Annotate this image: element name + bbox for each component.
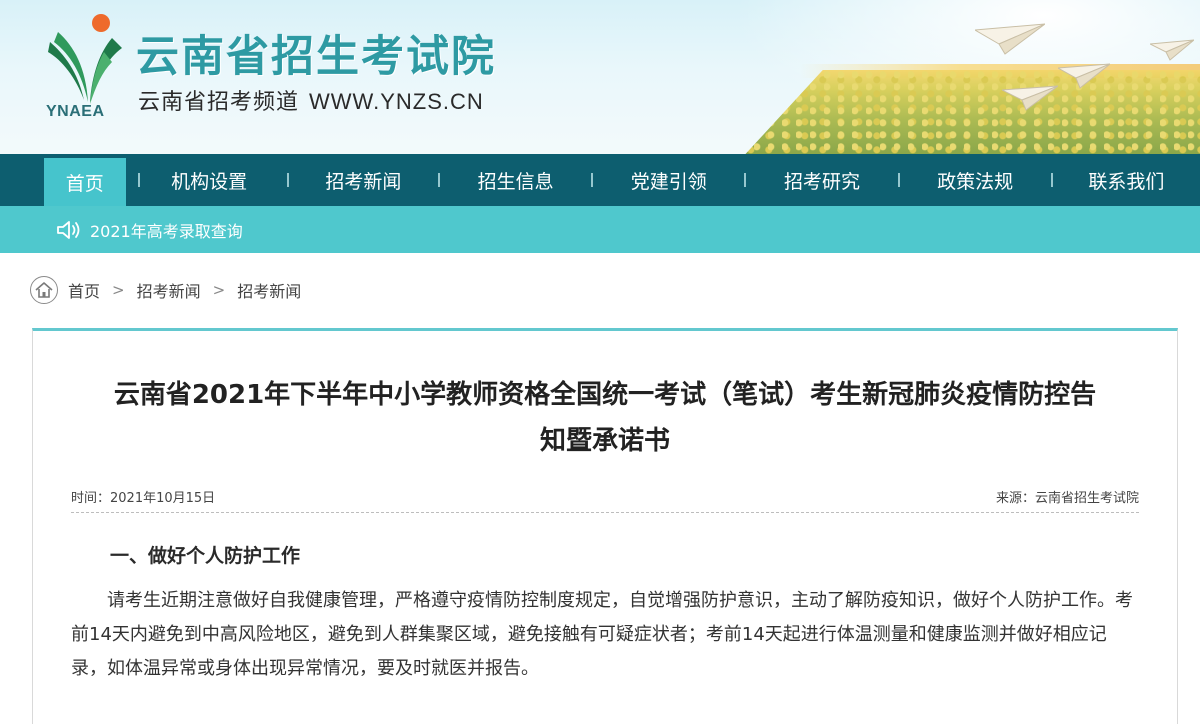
nav-item-exam-news[interactable]: 招考新闻 bbox=[289, 154, 438, 206]
speaker-icon bbox=[57, 220, 80, 239]
section-heading: 一、做好个人防护工作 bbox=[110, 545, 301, 567]
nav-divider bbox=[1050, 173, 1053, 187]
paper-plane-icon bbox=[975, 23, 1045, 55]
site-url: WWW.YNZS.CN bbox=[309, 89, 484, 114]
notice-link[interactable]: 2021年高考录取查询 bbox=[90, 218, 243, 242]
nav-divider bbox=[438, 173, 440, 187]
nav-divider bbox=[744, 173, 747, 187]
breadcrumb-exam-news[interactable]: 招考新闻 bbox=[137, 278, 201, 302]
article-meta: 时间：2021年10月15日 来源：云南省招生考试院 bbox=[71, 487, 1139, 513]
breadcrumb-separator: > bbox=[212, 281, 226, 299]
nav-item-policies[interactable]: 政策法规 bbox=[900, 154, 1051, 206]
nav-divider bbox=[137, 173, 140, 187]
nav-item-contact[interactable]: 联系我们 bbox=[1053, 154, 1200, 206]
home-icon[interactable] bbox=[30, 276, 58, 304]
article-paragraph: 请考生近期注意做好自我健康管理，严格遵守疫情防控制度规定，自觉增强防护意识，主动… bbox=[71, 590, 1133, 679]
site-subtitle: 云南省招考频道 WWW.YNZS.CN bbox=[138, 84, 484, 116]
breadcrumb-current[interactable]: 招考新闻 bbox=[237, 278, 301, 302]
breadcrumb: 首页 > 招考新闻 > 招考新闻 bbox=[30, 275, 301, 305]
logo-text: YNAEA bbox=[46, 103, 105, 120]
article-title-line-2: 知暨承诺书 bbox=[539, 426, 670, 456]
nav-item-admission-info[interactable]: 招生信息 bbox=[440, 154, 591, 206]
nav-item-home[interactable]: 首页 bbox=[44, 158, 126, 206]
breadcrumb-home[interactable]: 首页 bbox=[68, 278, 100, 302]
article-title-line-1: 云南省2021年下半年中小学教师资格全国统一考试（笔试）考生新冠肺炎疫情防控告 bbox=[113, 380, 1097, 410]
header-banner: YNAEA 云南省招生考试院 云南省招考频道 WWW.YNZS.CN bbox=[0, 0, 1200, 154]
notice-bar: 2021年高考录取查询 bbox=[0, 206, 1200, 253]
site-subtitle-text: 云南省招考频道 bbox=[138, 90, 300, 115]
nav-divider bbox=[286, 173, 289, 187]
article-source: 来源：云南省招生考试院 bbox=[995, 491, 1139, 506]
nav-item-organization[interactable]: 机构设置 bbox=[140, 154, 279, 206]
site-title: 云南省招生考试院 bbox=[136, 32, 496, 82]
article-time: 时间：2021年10月15日 bbox=[71, 491, 216, 506]
nav-divider bbox=[897, 173, 900, 187]
paper-plane-icon bbox=[1002, 85, 1058, 111]
nav-item-exam-research[interactable]: 招考研究 bbox=[746, 154, 897, 206]
breadcrumb-separator: > bbox=[112, 281, 125, 299]
article-title: 云南省2021年下半年中小学教师资格全国统一考试（笔试）考生新冠肺炎疫情防控告 … bbox=[0, 372, 1200, 464]
paper-plane-icon bbox=[1058, 63, 1110, 89]
nav-item-party-building[interactable]: 党建引领 bbox=[593, 154, 744, 206]
main-nav: 首页 机构设置 招考新闻 招生信息 党建引领 招考研究 政策法规 联系我们 bbox=[0, 154, 1200, 206]
nav-divider bbox=[591, 173, 594, 187]
paper-plane-icon bbox=[1150, 39, 1194, 61]
